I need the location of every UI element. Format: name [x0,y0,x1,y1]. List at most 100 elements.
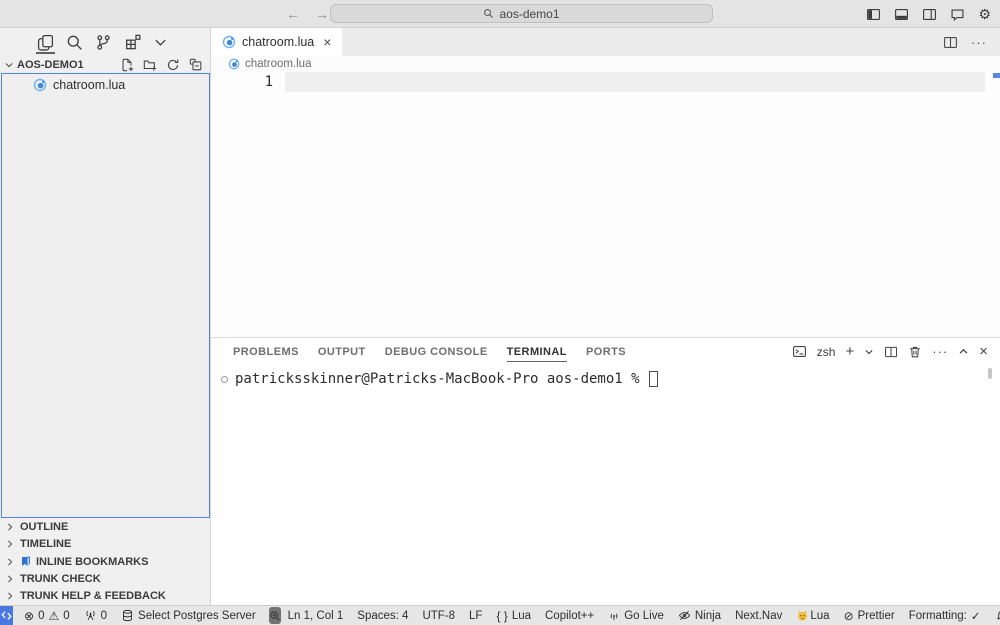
terminal-content[interactable]: patricksskinner@Patricks-MacBook-Pro aos… [211,365,1000,605]
nextnav-label: Next.Nav [735,610,782,622]
cat-emoji-icon [796,609,809,622]
chevron-right-icon [5,574,15,584]
toggle-panel-icon[interactable] [894,7,909,22]
eol-label: LF [469,610,482,622]
eol-status[interactable]: LF [462,610,489,622]
postgres-server-selector[interactable]: Select Postgres Server [114,609,263,622]
indentation-label: Spaces: 4 [357,610,408,622]
zoom-indicator-badge[interactable] [269,607,281,624]
notifications-bell[interactable] [988,609,1000,623]
extensions-icon[interactable] [124,28,141,56]
maximize-panel-chevron-up-icon[interactable] [958,346,969,357]
terminal-scrollbar[interactable] [988,368,992,379]
activity-bar [0,28,210,56]
indentation-status[interactable]: Spaces: 4 [350,610,415,622]
breadcrumb[interactable]: chatroom.lua [211,56,1000,72]
split-terminal-icon[interactable] [884,345,898,359]
problems-status[interactable]: ⊗ 0 ⚠ 0 [17,610,77,622]
sidebar-item-inline-bookmarks[interactable]: INLINE BOOKMARKS [0,553,210,570]
remote-indicator[interactable] [0,606,13,625]
kill-terminal-trash-icon[interactable] [908,345,922,359]
activity-more-chevron-down-icon[interactable] [153,28,168,56]
chevron-right-icon [5,539,15,549]
encoding-status[interactable]: UTF-8 [415,610,462,622]
prettier-label: Prettier [858,610,895,622]
terminal-profile-chevron-down-icon[interactable] [864,347,874,357]
go-live-button[interactable]: Go Live [601,610,671,622]
sidebar-item-trunk-check[interactable]: TRUNK CHECK [0,570,210,587]
explorer-header[interactable]: AOS-DEMO1 [0,56,210,73]
section-label: TRUNK HELP & FEEDBACK [20,590,166,602]
bookmark-icon [20,556,31,567]
split-editor-icon[interactable] [943,35,958,50]
error-count: 0 [38,610,44,622]
language-mode[interactable]: { } Lua [489,610,538,622]
sidebar-item-outline[interactable]: OUTLINE [0,518,210,535]
source-control-icon[interactable] [95,28,112,56]
chevron-right-icon [5,522,15,532]
feedback-comment-icon[interactable] [950,7,965,22]
cursor-position-label: Ln 1, Col 1 [288,610,344,622]
command-center-search[interactable]: aos-demo1 [330,4,713,23]
search-sidebar-icon[interactable] [66,28,83,56]
tab-close-icon[interactable]: × [323,34,331,50]
copilot-status[interactable]: Copilot++ [538,610,601,622]
file-name: chatroom.lua [53,78,125,92]
error-icon: ⊗ [24,610,34,622]
tab-problems[interactable]: PROBLEMS [233,339,299,364]
ports-status[interactable]: 0 [77,609,114,622]
toggle-secondary-sidebar-icon[interactable] [922,7,937,22]
refresh-icon[interactable] [166,58,180,72]
tab-output[interactable]: OUTPUT [318,339,366,364]
explorer-icon[interactable] [37,28,54,56]
lua-file-icon [222,35,236,49]
file-item-chatroom-lua[interactable]: chatroom.lua [2,74,209,92]
nav-forward-button[interactable]: → [315,6,329,22]
tab-terminal[interactable]: TERMINAL [507,339,567,364]
lua-helper-status[interactable]: Lua [789,609,836,622]
settings-gear-icon[interactable]: ⚙ [978,7,991,21]
cursor-position[interactable]: Ln 1, Col 1 [281,610,351,622]
collapse-all-icon[interactable] [189,58,203,72]
terminal-prompt: patricksskinner@Patricks-MacBook-Pro aos… [235,371,640,387]
nav-back-button[interactable]: ← [286,6,300,22]
sidebar-item-timeline[interactable]: TIMELINE [0,535,210,552]
terminal-cursor [649,371,658,387]
status-bar: ⊗ 0 ⚠ 0 0 Select Postgres Server Ln 1, C… [0,605,1000,625]
section-label: OUTLINE [20,521,68,533]
tab-ports[interactable]: PORTS [586,339,626,364]
panel-more-actions-icon[interactable]: ··· [932,344,948,359]
overview-ruler-cursor-mark [993,73,1000,78]
tab-label: chatroom.lua [242,35,314,49]
new-terminal-plus-icon[interactable]: + [845,343,854,360]
shell-label: zsh [817,345,836,359]
tab-chatroom-lua[interactable]: chatroom.lua × [211,28,342,56]
warning-icon: ⚠ [48,610,59,622]
go-live-label: Go Live [624,610,664,622]
formatting-status[interactable]: Formatting: ✓ [902,609,988,623]
braces-icon: { } [496,610,507,622]
ninja-status[interactable]: Ninja [671,609,728,622]
explorer-file-tree[interactable]: chatroom.lua [1,73,210,518]
nextnav-status[interactable]: Next.Nav [728,610,789,622]
terminal-shell-icon [792,344,807,359]
close-panel-icon[interactable]: × [979,343,988,360]
chevron-down-icon[interactable] [4,60,14,70]
sidebar: AOS-DEMO1 [0,28,211,605]
ninja-label: Ninja [695,610,721,622]
new-folder-icon[interactable] [143,58,157,72]
warning-count: 0 [63,610,69,622]
title-bar: ← → aos-demo1 ⚙ [0,0,1000,28]
toggle-primary-sidebar-icon[interactable] [866,7,881,22]
sidebar-sections: OUTLINE TIMELINE INLINE BOOKMARKS TRUNK … [0,518,210,605]
code-editor[interactable]: 1 [211,72,1000,337]
editor-more-actions-icon[interactable]: ··· [971,35,987,50]
lua-file-icon [33,78,47,92]
radio-tower-icon [84,609,97,622]
section-label: TIMELINE [20,538,71,550]
slash-circle-icon: ⊘ [844,610,854,622]
sidebar-item-trunk-help[interactable]: TRUNK HELP & FEEDBACK [0,588,210,605]
tab-debug-console[interactable]: DEBUG CONSOLE [385,339,488,364]
prettier-status[interactable]: ⊘ Prettier [837,610,902,622]
new-file-icon[interactable] [120,58,134,72]
